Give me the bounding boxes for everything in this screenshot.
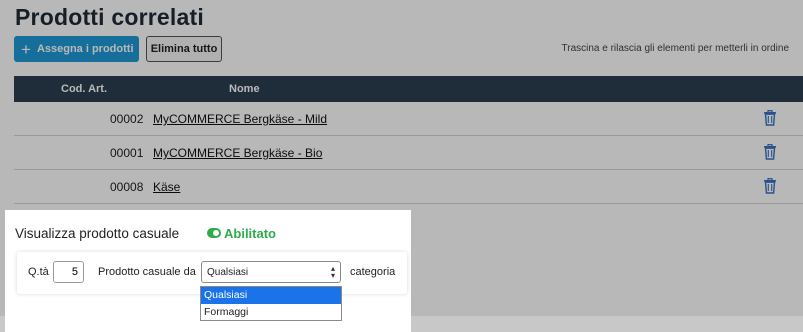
category-option[interactable]: Formaggi [201,304,341,321]
quantity-label: Q.tà [28,266,49,278]
category-select[interactable]: Qualsiasi ▴ ▾ [201,261,341,283]
category-dropdown-list: Qualsiasi Formaggi [200,286,342,321]
select-arrows-icon: ▴ ▾ [330,264,335,280]
enabled-status[interactable]: Abilitato [224,226,276,241]
quantity-input[interactable] [53,261,84,283]
random-from-label: Prodotto casuale da [98,266,196,278]
toggle-on-icon[interactable] [207,228,221,238]
category-suffix-label: categoria [350,266,396,278]
category-option[interactable]: Qualsiasi [201,287,341,304]
random-product-title: Visualizza prodotto casuale [15,226,180,241]
category-select-value: Qualsiasi [207,267,249,278]
